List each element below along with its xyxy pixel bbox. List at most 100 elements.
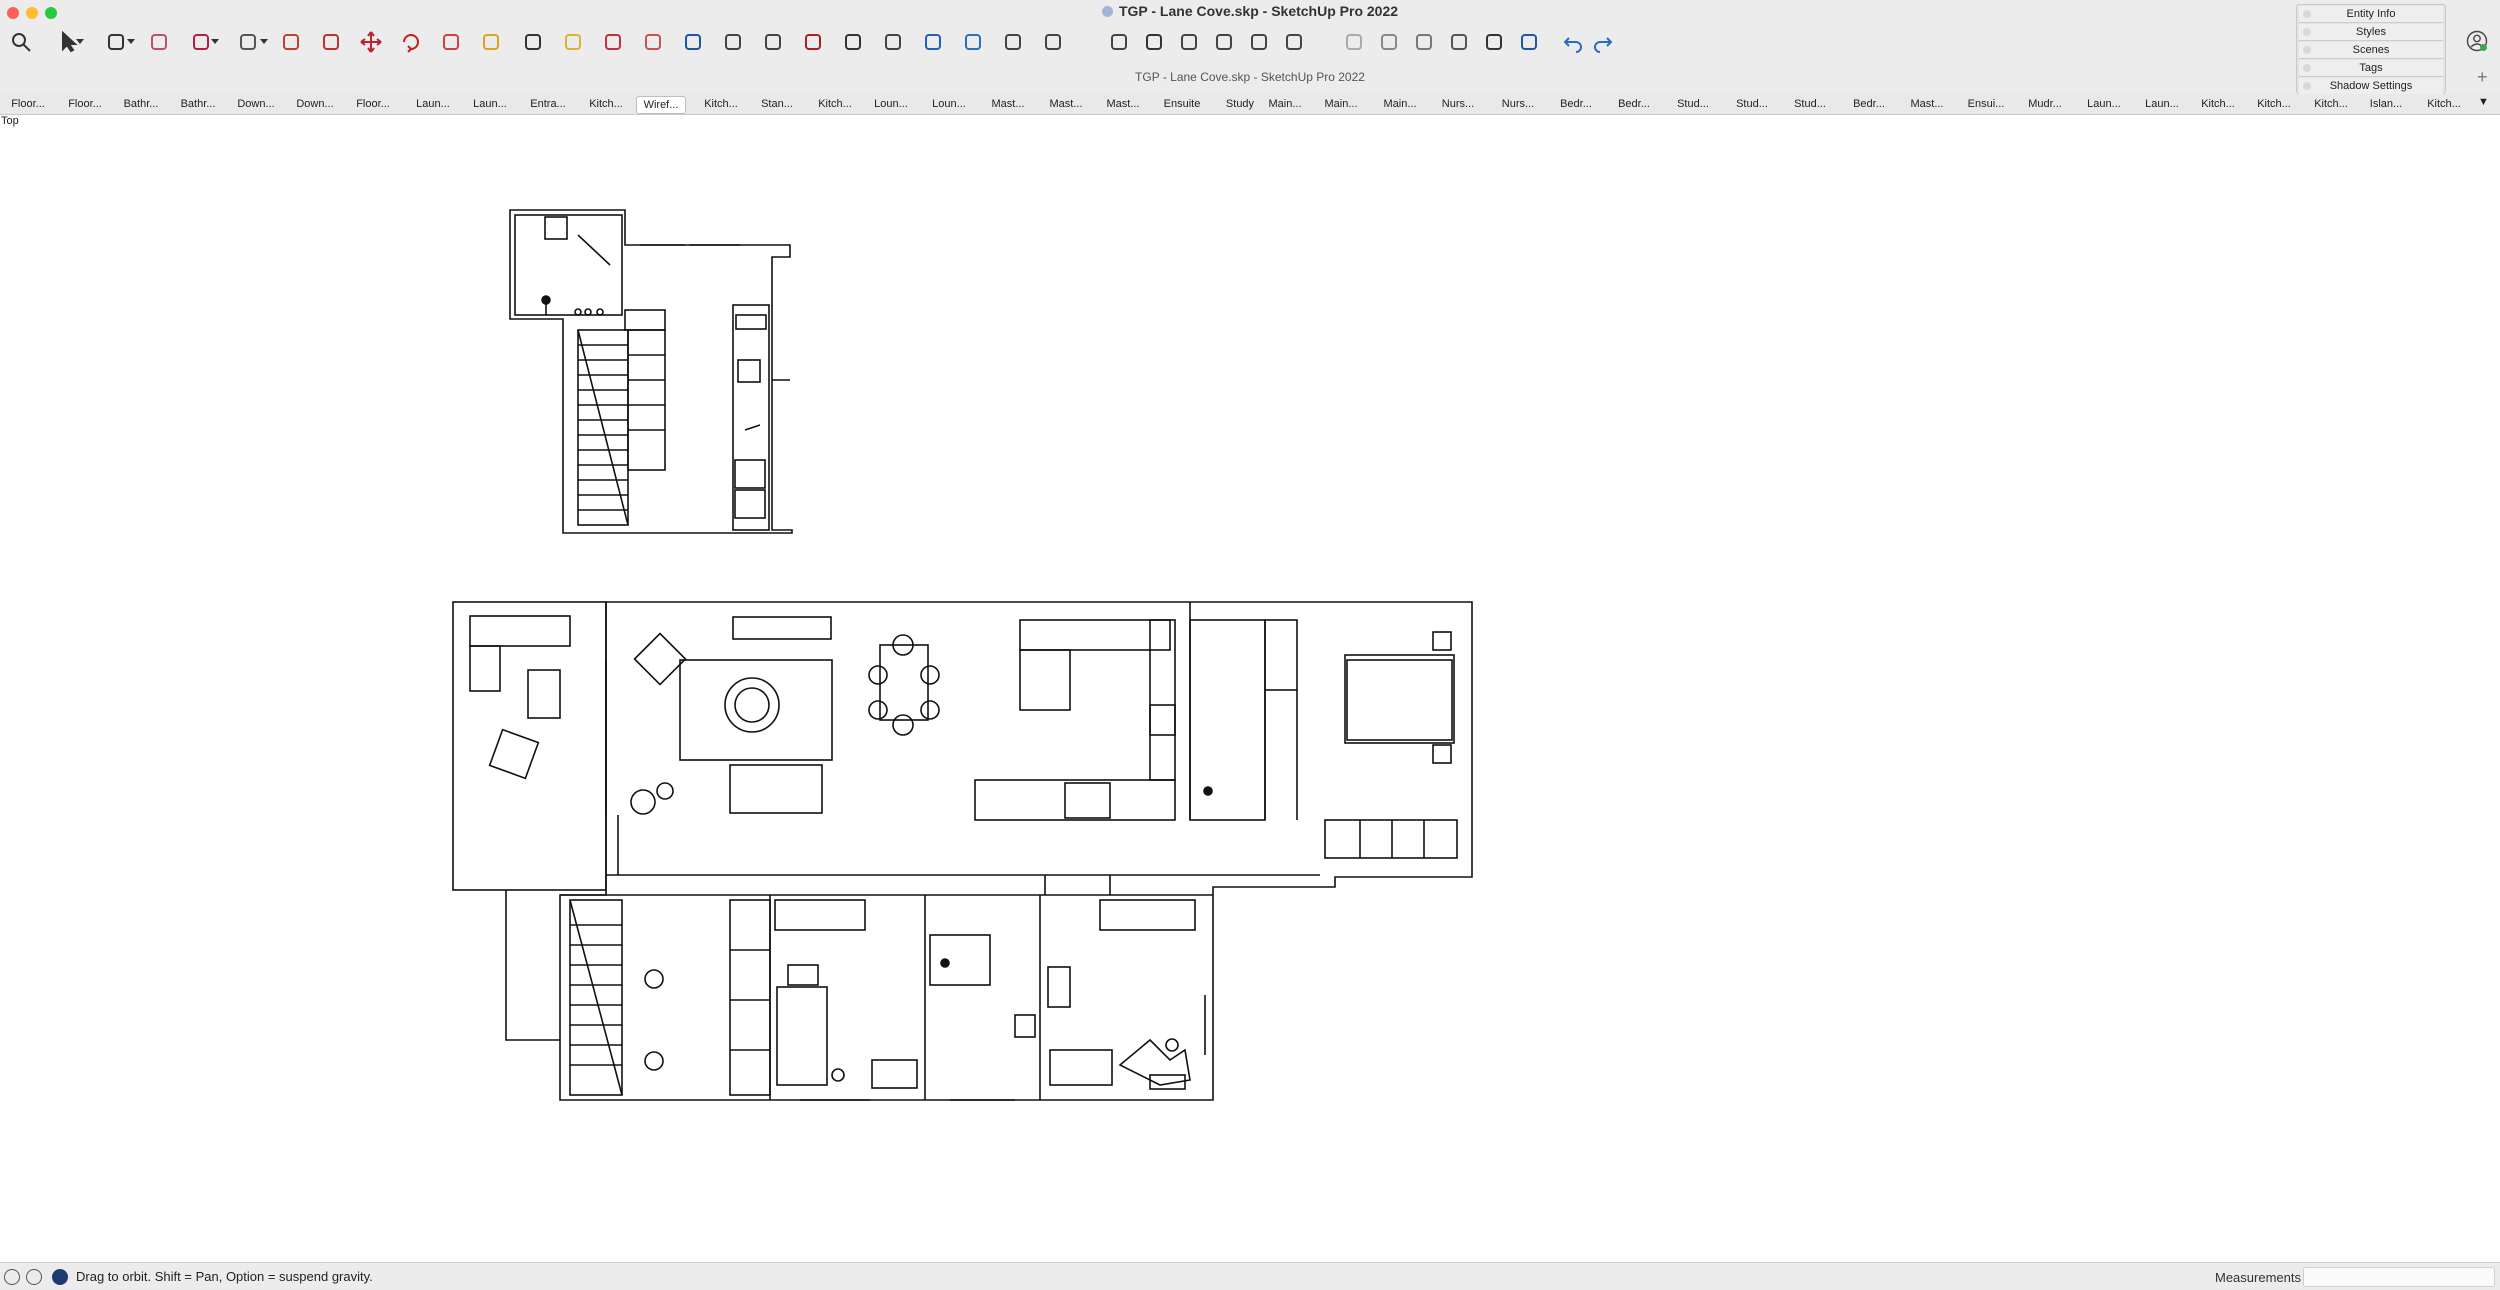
scene-tab[interactable]: Mudr... xyxy=(2022,96,2068,112)
geo-location-icon[interactable] xyxy=(4,1269,20,1285)
scene-tab[interactable]: Kitch... xyxy=(698,96,744,112)
scene-tab[interactable]: Islan... xyxy=(2363,96,2409,112)
scene-tab[interactable]: Laun... xyxy=(410,96,456,112)
section-plane-icon[interactable] xyxy=(918,25,948,59)
search-icon[interactable] xyxy=(6,25,36,59)
front-view-icon[interactable] xyxy=(1174,25,1204,59)
xray-icon[interactable] xyxy=(1339,25,1369,59)
scene-tab[interactable]: Bedr... xyxy=(1846,96,1892,112)
zoom-icon[interactable] xyxy=(678,25,708,59)
add-scene-icon[interactable]: + xyxy=(2477,67,2488,88)
textured-icon[interactable] xyxy=(1479,25,1509,59)
scene-tab[interactable]: Mast... xyxy=(1100,96,1146,112)
paint-bucket-icon[interactable] xyxy=(558,25,588,59)
redo-icon[interactable] xyxy=(1588,25,1618,59)
scene-tab[interactable]: Entra... xyxy=(525,96,571,112)
scene-tab[interactable]: Kitch... xyxy=(2421,96,2467,112)
scene-tab[interactable]: Bedr... xyxy=(1553,96,1599,112)
scale-icon[interactable] xyxy=(436,25,466,59)
scene-tab[interactable]: Mast... xyxy=(985,96,1031,112)
push-pull-icon[interactable] xyxy=(276,25,306,59)
scene-tab[interactable]: Floor... xyxy=(5,96,51,112)
scene-tab[interactable]: Down... xyxy=(233,96,279,112)
scene-tabs-overflow-icon[interactable]: ▼ xyxy=(2478,96,2489,108)
orbit-icon[interactable] xyxy=(598,25,628,59)
scene-tab[interactable]: Loun... xyxy=(926,96,972,112)
arc-caret-icon[interactable] xyxy=(211,39,219,44)
rectangle-icon[interactable] xyxy=(233,25,263,59)
scene-tab[interactable]: Floor... xyxy=(62,96,108,112)
tray-item-label: Shadow Settings xyxy=(2329,80,2413,92)
walk-icon[interactable] xyxy=(838,25,868,59)
tray-item-styles[interactable]: Styles xyxy=(2299,24,2443,41)
scene-tab[interactable]: Kitch... xyxy=(812,96,858,112)
scene-tab[interactable]: Down... xyxy=(292,96,338,112)
look-around-icon[interactable] xyxy=(878,25,908,59)
scene-tab[interactable]: Stud... xyxy=(1787,96,1833,112)
undo-icon[interactable] xyxy=(1558,25,1588,59)
scene-tab[interactable]: Kitch... xyxy=(2308,96,2354,112)
scene-tab[interactable]: Kitch... xyxy=(583,96,629,112)
tray-item-entity-info[interactable]: Entity Info xyxy=(2299,6,2443,23)
rectangle-caret-icon[interactable] xyxy=(260,39,268,44)
3d-warehouse-icon[interactable] xyxy=(998,25,1028,59)
scene-tab[interactable]: Stan... xyxy=(754,96,800,112)
left-view-icon[interactable] xyxy=(1279,25,1309,59)
scene-tab[interactable]: Mast... xyxy=(1043,96,1089,112)
shaded-icon[interactable] xyxy=(1444,25,1474,59)
user-account-icon[interactable] xyxy=(2466,30,2488,52)
scene-tab[interactable]: Ensuite xyxy=(1159,96,1205,112)
hidden-line-icon[interactable] xyxy=(1409,25,1439,59)
iso-view-icon[interactable] xyxy=(1104,25,1134,59)
tape-measure-icon[interactable] xyxy=(476,25,506,59)
text-icon[interactable] xyxy=(518,25,548,59)
window-title-text: TGP - Lane Cove.skp - SketchUp Pro 2022 xyxy=(1118,3,1399,19)
extension-icon[interactable] xyxy=(1038,25,1068,59)
monochrome-icon[interactable] xyxy=(1514,25,1544,59)
scene-tab[interactable]: Nurs... xyxy=(1435,96,1481,112)
tray-item-tags[interactable]: Tags xyxy=(2299,60,2443,77)
right-view-icon[interactable] xyxy=(1209,25,1239,59)
scene-tab[interactable]: Kitch... xyxy=(2195,96,2241,112)
scene-tab[interactable]: Bathr... xyxy=(118,96,164,112)
zoom-window-icon[interactable] xyxy=(718,25,748,59)
scene-tab[interactable]: Stud... xyxy=(1670,96,1716,112)
scene-tab[interactable]: Bedr... xyxy=(1611,96,1657,112)
sandbox-icon[interactable] xyxy=(958,25,988,59)
tray-item-shadow-settings[interactable]: Shadow Settings xyxy=(2299,78,2443,95)
scene-tab[interactable]: Wiref... xyxy=(636,96,686,114)
scene-tab[interactable]: Ensui... xyxy=(1963,96,2009,112)
credits-icon[interactable] xyxy=(26,1269,42,1285)
pan-icon[interactable] xyxy=(638,25,668,59)
rotate-icon[interactable] xyxy=(396,25,426,59)
tray-item-scenes[interactable]: Scenes xyxy=(2299,42,2443,59)
scene-tab[interactable]: Main... xyxy=(1262,96,1308,112)
measurements-field[interactable] xyxy=(2303,1267,2495,1287)
wireframe-icon[interactable] xyxy=(1374,25,1404,59)
select-caret-icon[interactable] xyxy=(76,39,84,44)
scene-tab[interactable]: Nurs... xyxy=(1495,96,1541,112)
move-icon[interactable] xyxy=(356,25,386,59)
eraser-icon[interactable] xyxy=(144,25,174,59)
top-view-icon[interactable] xyxy=(1139,25,1169,59)
scene-tab[interactable]: Laun... xyxy=(2081,96,2127,112)
back-view-icon[interactable] xyxy=(1244,25,1274,59)
zoom-extents-icon[interactable] xyxy=(758,25,788,59)
scene-tab[interactable]: Laun... xyxy=(2139,96,2185,112)
scene-tab[interactable]: Bathr... xyxy=(175,96,221,112)
scene-tab[interactable]: Loun... xyxy=(868,96,914,112)
scene-tab[interactable]: Laun... xyxy=(467,96,513,112)
scene-tab[interactable]: Main... xyxy=(1377,96,1423,112)
pencil-caret-icon[interactable] xyxy=(127,39,135,44)
floor-plan-drawing[interactable] xyxy=(0,115,2500,1261)
offset-icon[interactable] xyxy=(316,25,346,59)
scene-tab[interactable]: Floor... xyxy=(350,96,396,112)
position-camera-icon[interactable] xyxy=(798,25,828,59)
instructor-icon[interactable] xyxy=(52,1269,68,1285)
model-viewport[interactable]: Top xyxy=(0,115,2500,1261)
scene-tab[interactable]: Kitch... xyxy=(2251,96,2297,112)
scene-tab[interactable]: Study xyxy=(1217,96,1263,112)
scene-tab[interactable]: Main... xyxy=(1318,96,1364,112)
scene-tab[interactable]: Mast... xyxy=(1904,96,1950,112)
scene-tab[interactable]: Stud... xyxy=(1729,96,1775,112)
